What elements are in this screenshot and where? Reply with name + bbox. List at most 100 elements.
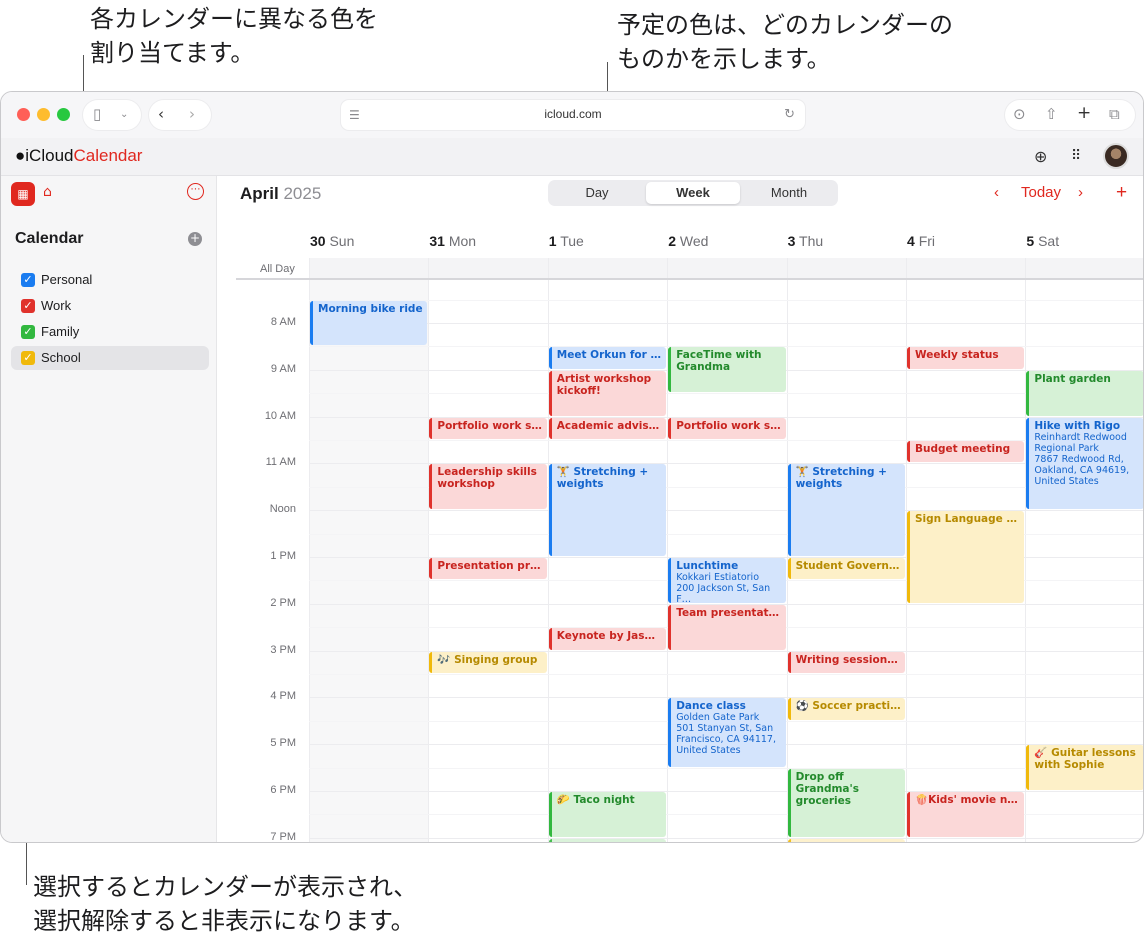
calendar-event[interactable]: Writing session with bbox=[787, 651, 905, 673]
half-hour-line bbox=[309, 299, 1143, 301]
calendar-event[interactable]: Academic advising bbox=[548, 417, 667, 439]
calendar-event-partial[interactable] bbox=[787, 838, 905, 842]
calendar-event[interactable]: Portfolio work session bbox=[668, 417, 786, 439]
event-title: Lunchtime bbox=[676, 560, 739, 572]
calendar-event-partial[interactable] bbox=[548, 838, 667, 842]
time-label: 8 AM bbox=[270, 316, 296, 328]
zoom-window-button[interactable] bbox=[57, 108, 70, 121]
calendar-event[interactable]: 🏋 Stretching + weights bbox=[787, 464, 905, 556]
event-title: Portfolio work session bbox=[437, 419, 543, 432]
chevron-down-icon[interactable]: ⌄ bbox=[120, 106, 128, 124]
add-circle-icon[interactable]: ⊕ bbox=[1034, 147, 1047, 166]
event-title: 🍿Kids' movie night bbox=[915, 794, 1021, 806]
calendar-event[interactable]: Hike with Rigo Reinhardt Redwood Regional… bbox=[1026, 417, 1143, 510]
event-location: 501 Stanyan St, San Francisco, CA 94117,… bbox=[676, 723, 776, 757]
calendar-item-work[interactable]: ✓ Work bbox=[11, 294, 209, 318]
view-switcher: Day Week Month bbox=[548, 180, 838, 206]
calendar-event[interactable]: Student Government bbox=[787, 558, 905, 580]
browser-titlebar: ▯ ⌄ ‹ › ☰ icloud.com ↻ ⊙ ⇧ + ⧉ bbox=[1, 92, 1143, 138]
calendar-event[interactable]: ⚽ Soccer practice bbox=[787, 698, 905, 720]
next-week-icon[interactable]: › bbox=[1078, 184, 1083, 201]
add-calendar-icon[interactable]: + bbox=[188, 232, 202, 246]
calendar-event[interactable]: Plant garden bbox=[1026, 370, 1143, 416]
calendar-event[interactable]: 🌮 Taco night bbox=[548, 792, 667, 837]
callout-colors: 各カレンダーに異なる色を 割り当てます。 bbox=[90, 5, 378, 67]
calendar-event[interactable]: Meet Orkun for coffee bbox=[548, 347, 667, 369]
calendar-label: Family bbox=[41, 324, 80, 339]
avatar[interactable] bbox=[1103, 143, 1129, 169]
calendar-checkbox[interactable]: ✓ bbox=[21, 273, 35, 287]
day-header-mon[interactable]: 31 Mon bbox=[429, 233, 476, 249]
add-event-icon[interactable]: + bbox=[1116, 182, 1127, 204]
app-brand[interactable]: ●iCloudCalendar bbox=[15, 146, 142, 166]
calendar-label: Personal bbox=[41, 272, 93, 287]
today-button[interactable]: Today bbox=[1021, 184, 1061, 201]
calendar-event[interactable]: Presentation prep bbox=[429, 558, 547, 580]
download-icon[interactable]: ⊙ bbox=[1013, 105, 1026, 123]
event-title: Meet Orkun for coffee bbox=[556, 349, 662, 362]
more-options-icon[interactable]: ⋯ bbox=[187, 183, 204, 200]
calendar-event[interactable]: Lunchtime Kokkari Estiatorio 200 Jackson S… bbox=[668, 558, 786, 603]
calendar-event[interactable]: 🎸 Guitar lessons with Sophie bbox=[1026, 745, 1143, 790]
calendar-event[interactable]: Morning bike ride bbox=[310, 300, 428, 346]
inbox-icon[interactable]: ⌂ bbox=[43, 184, 52, 200]
tab-overview-icon[interactable]: ⧉ bbox=[1109, 105, 1120, 123]
day-number: 5 bbox=[1026, 233, 1035, 249]
calendar-item-school[interactable]: ✓ School bbox=[11, 346, 209, 370]
time-label: 9 AM bbox=[270, 362, 296, 375]
calendar-event[interactable]: Budget meeting bbox=[907, 441, 1025, 463]
calendar-event[interactable]: Team presentation bbox=[668, 604, 786, 650]
day-header-wed[interactable]: 2 Wed bbox=[668, 233, 708, 249]
time-label: 11 AM bbox=[265, 456, 296, 469]
close-window-button[interactable] bbox=[17, 108, 30, 121]
calendar-item-family[interactable]: ✓ Family bbox=[11, 320, 209, 344]
calendar-item-personal[interactable]: ✓ Personal bbox=[11, 268, 209, 292]
tab-month[interactable]: Month bbox=[742, 182, 836, 204]
calendar-checkbox[interactable]: ✓ bbox=[21, 325, 35, 339]
all-day-row[interactable] bbox=[309, 258, 1143, 278]
calendar-event[interactable]: Leadership skills workshop bbox=[429, 464, 547, 510]
calendar-event[interactable]: FaceTime with Grandma bbox=[668, 347, 786, 393]
day-header-tue[interactable]: 1 Tue bbox=[549, 233, 584, 249]
half-hour-line bbox=[309, 674, 1143, 675]
back-icon[interactable]: ‹ bbox=[158, 105, 164, 123]
address-bar[interactable]: ☰ icloud.com ↻ bbox=[341, 100, 805, 130]
calendar-checkbox[interactable]: ✓ bbox=[21, 351, 35, 365]
previous-week-icon[interactable]: ‹ bbox=[994, 184, 999, 201]
sidebar-toggle-icon[interactable]: ▯ bbox=[93, 105, 101, 123]
event-title: Student Government bbox=[795, 560, 901, 572]
day-header-sun[interactable]: 30 Sun bbox=[310, 233, 354, 249]
calendar-event[interactable]: Keynote by Jasmine bbox=[548, 628, 667, 650]
calendar-event[interactable]: Drop off Grandma's groceries bbox=[787, 768, 905, 837]
tab-week[interactable]: Week bbox=[646, 182, 740, 204]
brand-prefix: iCloud bbox=[25, 146, 74, 165]
callout-event-color: 予定の色は、どのカレンダーの ものかを示します。 bbox=[617, 11, 953, 73]
day-header-fri[interactable]: 4 Fri bbox=[907, 233, 935, 249]
month-title: April 2025 bbox=[240, 184, 321, 204]
calendar-event[interactable]: 🎶 Singing group bbox=[429, 651, 547, 673]
calendar-event[interactable]: Weekly status bbox=[907, 347, 1025, 369]
calendar-event[interactable]: Portfolio work session bbox=[429, 417, 547, 439]
day-header-thu[interactable]: 3 Thu bbox=[788, 233, 824, 249]
calendar-event[interactable]: 🍿Kids' movie night bbox=[907, 792, 1025, 837]
day-number: 2 bbox=[668, 233, 676, 249]
forward-icon[interactable]: › bbox=[189, 105, 195, 123]
calendar-view-icon[interactable]: ▦ bbox=[11, 182, 35, 206]
time-label: 4 PM bbox=[270, 690, 296, 703]
day-header-sat[interactable]: 5 Sat bbox=[1026, 233, 1059, 249]
minimize-window-button[interactable] bbox=[37, 108, 50, 121]
calendar-checkbox[interactable]: ✓ bbox=[21, 299, 35, 313]
new-tab-icon[interactable]: + bbox=[1077, 104, 1091, 122]
year-label: 2025 bbox=[283, 184, 322, 203]
reload-icon[interactable]: ↻ bbox=[784, 106, 795, 124]
app-grid-icon[interactable]: ⠿ bbox=[1071, 148, 1081, 164]
share-icon[interactable]: ⇧ bbox=[1045, 105, 1058, 123]
tab-day[interactable]: Day bbox=[550, 182, 644, 204]
day-name: Sun bbox=[329, 233, 355, 249]
calendar-event[interactable]: Sign Language Club bbox=[907, 511, 1025, 603]
event-location: Golden Gate Park bbox=[676, 712, 760, 724]
day-name: Thu bbox=[799, 233, 824, 249]
calendar-event[interactable]: 🏋 Stretching + weights bbox=[548, 464, 667, 556]
calendar-event[interactable]: Artist workshop kickoff! bbox=[548, 370, 667, 416]
calendar-event[interactable]: Dance class Golden Gate Park 501 Stanyan S… bbox=[668, 698, 786, 767]
